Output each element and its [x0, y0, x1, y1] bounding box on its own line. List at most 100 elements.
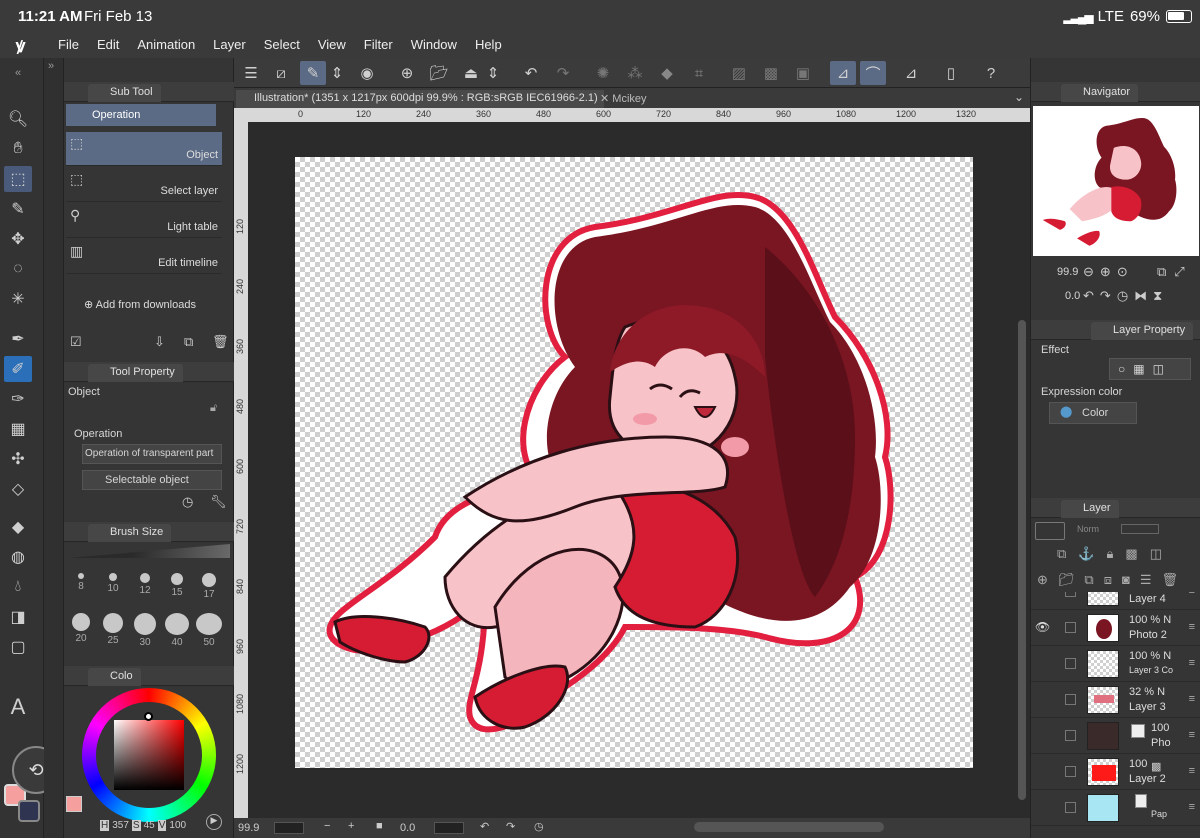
layer-row-layer-3-co[interactable]: 100 % N Layer 3 Co ≡ — [1031, 646, 1200, 682]
brush-size-25[interactable]: 25 — [98, 610, 128, 646]
nav-rotate-right-icon[interactable]: ↷ — [1100, 288, 1111, 304]
app-logo-icon[interactable]: ꝟ — [16, 34, 25, 58]
horizontal-scrollbar[interactable] — [694, 822, 884, 832]
selection-border-icon[interactable]: ▣ — [790, 61, 816, 85]
layer-handle-icon[interactable]: ≡ — [1189, 621, 1195, 633]
eyedropper-tool-icon[interactable]: ✎ — [4, 196, 32, 222]
add-from-downloads-button[interactable]: ⊕ Add from downloads — [84, 298, 196, 311]
layerprop-tab[interactable]: Layer Property — [1091, 322, 1194, 340]
special-ruler-snap-icon[interactable]: ⌒ — [860, 61, 886, 85]
subtool-settings-icon[interactable]: ☑ — [70, 334, 82, 350]
nav-flip-h-icon[interactable]: ⧓ — [1134, 288, 1147, 304]
zoom-slider[interactable] — [274, 822, 304, 834]
layer-checkbox[interactable] — [1065, 592, 1076, 597]
transform-icon[interactable]: ⧄ — [268, 61, 294, 85]
brush-size-17[interactable]: 17 — [194, 570, 224, 600]
effect-buttons[interactable]: ○ ▦ ◫ — [1109, 358, 1191, 380]
blend-tool-icon[interactable]: ✣ — [4, 446, 32, 472]
color-main-mini[interactable] — [66, 796, 82, 812]
rotate-left-icon[interactable]: ↶ — [480, 820, 489, 833]
new-file-icon[interactable]: ⊕ — [394, 61, 420, 85]
brush-tool-icon[interactable]: ✐ — [4, 356, 32, 382]
zoom-in-icon[interactable]: + — [348, 820, 354, 832]
nav-reset-rotate-icon[interactable]: ◷ — [1117, 288, 1128, 304]
menu-animation[interactable]: Animation — [137, 37, 195, 52]
crop-icon[interactable]: ⌗ — [686, 61, 712, 85]
brushsize-tab[interactable]: Brush Size — [88, 524, 172, 542]
layer-handle-icon[interactable]: ≡ — [1189, 729, 1195, 741]
nav-zoom-out-icon[interactable]: ⊖ — [1083, 264, 1094, 280]
color-wheel[interactable] — [82, 688, 216, 822]
lock-layer-icon[interactable]: 🔒︎ — [1106, 546, 1113, 562]
layer-row-paper[interactable]: Pap ≡ — [1031, 790, 1200, 826]
grid-snap-icon[interactable]: ⊿ — [898, 61, 924, 85]
zoom-out-icon[interactable]: − — [324, 820, 330, 832]
layer-handle-icon[interactable]: ≡ — [1189, 592, 1195, 597]
layer-checkbox[interactable] — [1065, 658, 1076, 669]
hand-tool-icon[interactable]: ✋︎ — [4, 136, 32, 162]
device-icon[interactable]: ▯ — [938, 61, 964, 85]
document-tab-mcikey[interactable]: ✕ Mcikey — [600, 92, 647, 105]
color-saturation-square[interactable] — [114, 720, 184, 790]
subtool-group-operation[interactable]: Operation — [66, 104, 216, 126]
spinner-icon[interactable]: ✺ — [590, 61, 616, 85]
dropper-icon[interactable]: 💧︎ — [4, 574, 32, 600]
gradient-tool-icon[interactable]: ◍ — [4, 544, 32, 570]
decoration-tool-icon[interactable]: ▦ — [4, 416, 32, 442]
subtool-select-layer[interactable]: ⬚ Select layer — [66, 168, 222, 202]
open-folder-icon[interactable]: 📂︎ — [426, 61, 452, 85]
sub-color-swatch[interactable] — [18, 800, 40, 822]
menu-layer[interactable]: Layer — [213, 37, 246, 52]
airbrush-tool-icon[interactable]: ✑ — [4, 386, 32, 412]
duplicate-icon[interactable]: ⧉ — [184, 334, 193, 350]
layer-checkbox[interactable] — [1065, 622, 1076, 633]
deselect-icon[interactable]: ▨ — [726, 61, 752, 85]
ruler-snap-icon[interactable]: ⊿ — [830, 61, 856, 85]
brush-size-slider[interactable] — [68, 544, 230, 558]
lock-icon[interactable]: 🔓︎ — [210, 402, 217, 415]
menu-filter[interactable]: Filter — [364, 37, 393, 52]
layer-tab[interactable]: Layer — [1061, 500, 1119, 518]
lock-transparent-icon[interactable]: ▩ — [1125, 546, 1137, 562]
brush-size-50[interactable]: 50 — [194, 610, 224, 648]
selectable-object-dropdown[interactable]: Selectable object — [82, 470, 222, 490]
layer-row-photo-2[interactable]: 👁︎ 100 % N Photo 2 ≡ — [1031, 610, 1200, 646]
layer-checkbox[interactable] — [1065, 694, 1076, 705]
menu-view[interactable]: View — [318, 37, 346, 52]
opacity-slider[interactable] — [1121, 524, 1159, 534]
brush-size-8[interactable]: 8 — [66, 570, 96, 598]
nav-zoom-in-icon[interactable]: ⊕ — [1100, 264, 1111, 280]
layer-handle-icon[interactable]: ≡ — [1189, 693, 1195, 705]
save-icon[interactable]: ⏏ — [458, 61, 484, 85]
clear-icon[interactable]: ⁂ — [622, 61, 648, 85]
transparent-part-dropdown[interactable]: Operation of transparent part — [82, 444, 222, 464]
angle-slider[interactable] — [434, 822, 464, 834]
fit-icon[interactable]: ■ — [376, 820, 383, 832]
drawing-canvas[interactable] — [295, 157, 973, 768]
menu-select[interactable]: Select — [264, 37, 300, 52]
document-tab-illustration[interactable]: Illustration* (1351 x 1217px 600dpi 99.9… — [236, 90, 604, 108]
move-tool-icon[interactable]: ✥ — [4, 226, 32, 252]
brush-size-20[interactable]: 20 — [66, 610, 96, 644]
record-icon[interactable]: ◉ — [354, 61, 380, 85]
fill-tool-icon[interactable]: ◆ — [4, 514, 32, 540]
brush-size-40[interactable]: 40 — [162, 610, 192, 648]
color-tab[interactable]: Colo — [88, 668, 141, 686]
redo-icon[interactable]: ↷ — [550, 61, 576, 85]
trash-icon[interactable]: 🗑︎ — [212, 334, 229, 350]
layer-handle-icon[interactable]: ≡ — [1189, 765, 1195, 777]
reset-rotation-icon[interactable]: ◷ — [534, 820, 544, 833]
subtool-tab[interactable]: Sub Tool — [88, 84, 161, 102]
navigator-preview[interactable] — [1033, 106, 1199, 256]
layer-row-photo[interactable]: 100 Pho ≡ — [1031, 718, 1200, 754]
expression-color-dropdown[interactable]: ⬤ Color — [1049, 402, 1137, 424]
layer-checkbox[interactable] — [1065, 766, 1076, 777]
nav-fit-icon[interactable]: ⊙ — [1117, 264, 1128, 280]
nav-flip-v-icon[interactable]: ⧗ — [1153, 288, 1162, 304]
chevron-updown-icon-2[interactable]: ⇕ — [486, 61, 500, 85]
edit-icon[interactable]: ✎ — [300, 61, 326, 85]
fill-bucket-icon[interactable]: ◆ — [654, 61, 680, 85]
subtool-object[interactable]: ⬚ Object — [66, 132, 222, 166]
collapse-right-icon[interactable]: » — [48, 60, 54, 72]
nav-fullscreen-icon[interactable]: ⤢ — [1174, 264, 1184, 280]
